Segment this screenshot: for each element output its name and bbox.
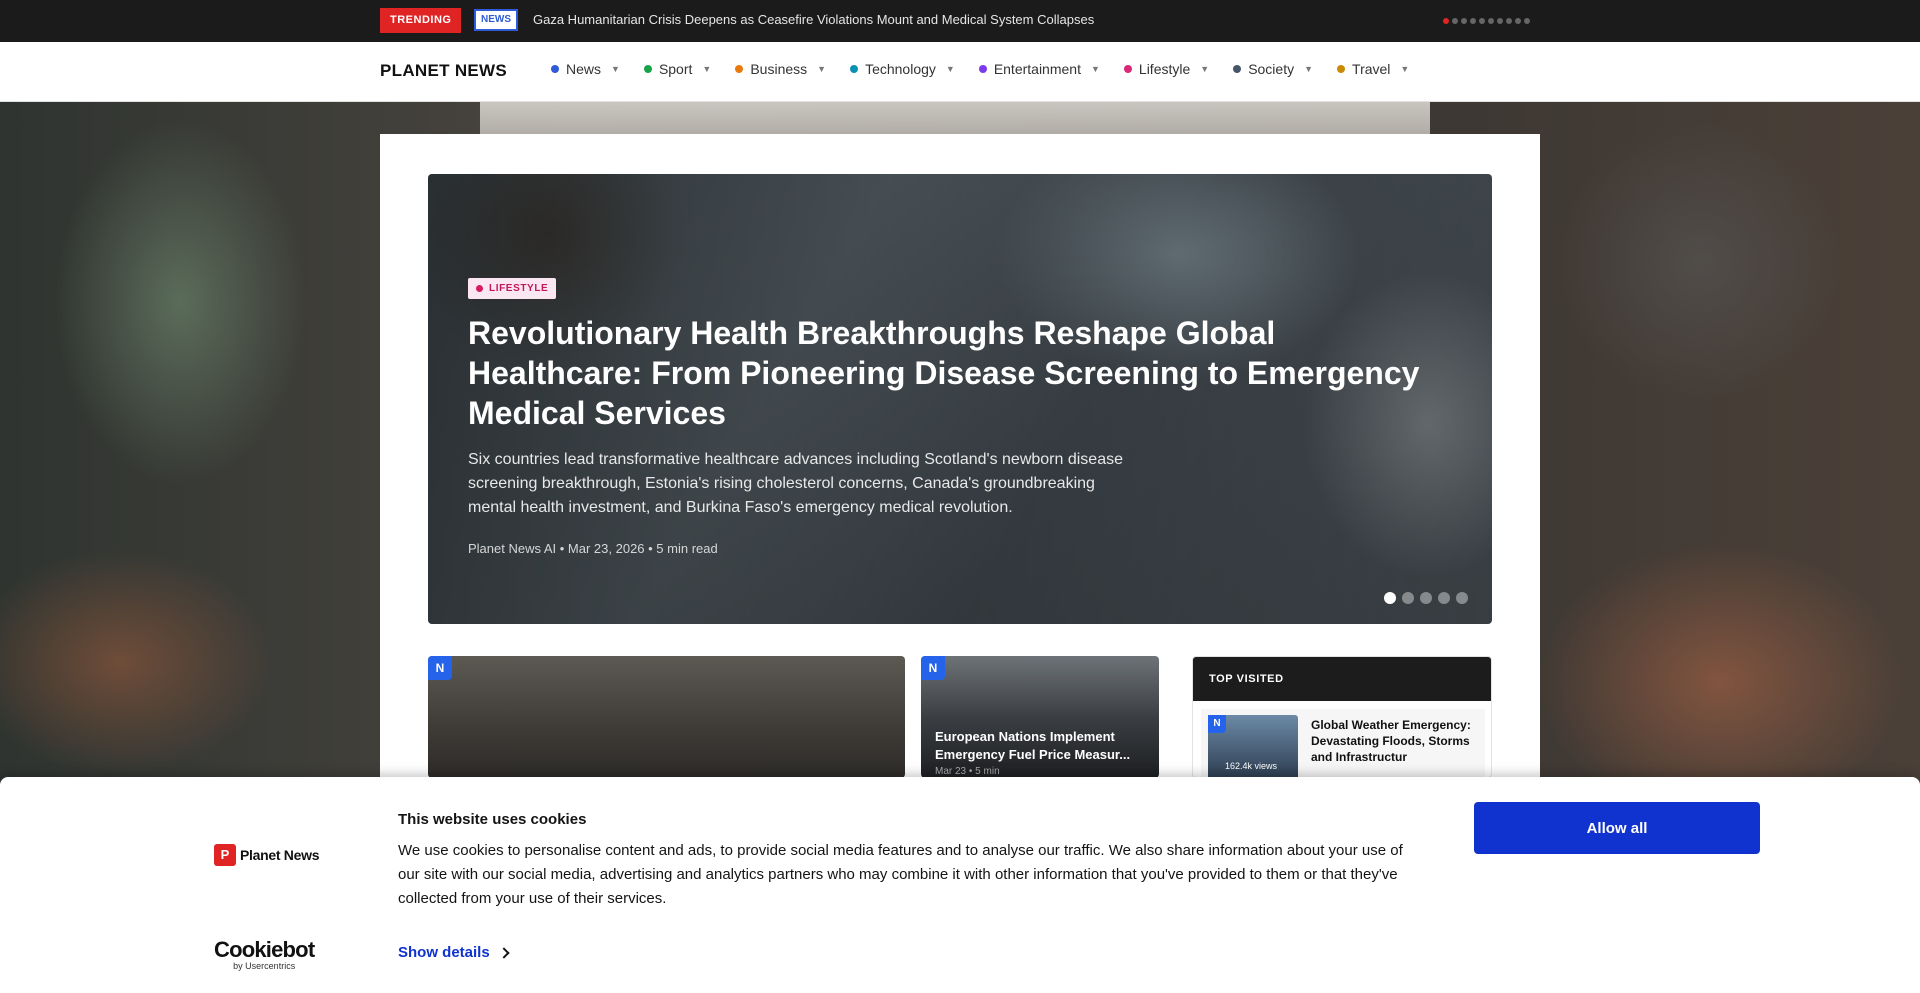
pager-dot[interactable]: [1497, 18, 1503, 24]
nav-menu: News ▼ Sport ▼ Business ▼ Technology ▼ Entertain…: [551, 61, 1433, 77]
cookie-text: We use cookies to personalise content an…: [398, 842, 1403, 907]
pager-dot[interactable]: [1461, 18, 1467, 24]
background-newspaper: [480, 102, 1430, 134]
slide-dot[interactable]: [1438, 592, 1450, 604]
hero-pager: [1384, 592, 1468, 604]
top-visited-heading: TOP VISITED: [1193, 657, 1491, 701]
cookiebot-logo[interactable]: Cookiebot by Usercentrics: [214, 937, 315, 972]
nav-item-label: Entertainment: [993, 61, 1081, 77]
nav-item-label: Sport: [658, 61, 693, 77]
hero-category-badge[interactable]: LIFESTYLE: [468, 278, 557, 299]
cookiebot-logo-subtext: by Usercentrics: [233, 961, 296, 971]
nav-item-lifestyle[interactable]: Lifestyle ▼: [1123, 61, 1210, 77]
nav-item-travel[interactable]: Travel ▼: [1337, 61, 1409, 77]
nav-dot-icon: [1233, 65, 1242, 73]
allow-all-button[interactable]: Allow all: [1474, 802, 1760, 854]
pager-dot[interactable]: [1452, 18, 1458, 24]
cookie-banner: P Planet News Cookiebot by Usercentrics …: [0, 777, 1920, 993]
hero-slider[interactable]: LIFESTYLE Revolutionary Health Breakthro…: [428, 174, 1492, 624]
trending-headline[interactable]: Gaza Humanitarian Crisis Deepens as Ceas…: [533, 12, 1094, 27]
chevron-down-icon: ▼: [945, 64, 955, 74]
nav-dot-icon: [735, 65, 744, 73]
top-visited-widget: TOP VISITED N 162.4k views Global Weathe…: [1192, 656, 1492, 778]
trending-bar: TRENDING NEWS Gaza Humanitarian Crisis D…: [0, 0, 1920, 42]
nav-dot-icon: [850, 65, 859, 73]
pager-dot[interactable]: [1488, 18, 1494, 24]
hero-title[interactable]: Revolutionary Health Breakthroughs Resha…: [468, 313, 1458, 433]
article-card-large[interactable]: N: [428, 656, 905, 778]
news-n-badge: N: [921, 656, 945, 680]
news-n-badge: N: [1208, 715, 1226, 733]
news-n-badge: N: [428, 656, 452, 680]
brand-logo: P Planet News: [214, 844, 319, 866]
chevron-right-icon: [498, 946, 510, 959]
nav-item-technology[interactable]: Technology ▼: [850, 61, 955, 77]
nav-dot-icon: [978, 65, 987, 73]
nav-item-entertainment[interactable]: Entertainment ▼: [978, 61, 1100, 77]
chevron-down-icon: ▼: [817, 64, 827, 74]
hero-category-label: LIFESTYLE: [489, 283, 549, 294]
chevron-down-icon: ▼: [1304, 64, 1314, 74]
show-details-link[interactable]: Show details: [398, 944, 510, 961]
trending-pager: [1443, 18, 1530, 24]
chevron-down-icon: ▼: [1090, 64, 1100, 74]
main-nav: PLANET NEWS News ▼ Sport ▼ Business ▼ Technolo…: [0, 42, 1920, 102]
nav-item-label: Lifestyle: [1138, 61, 1191, 77]
chevron-down-icon: ▼: [611, 64, 620, 74]
top-visited-item[interactable]: N 162.4k views Global Weather Emergency:…: [1201, 709, 1485, 777]
slide-dot[interactable]: [1384, 592, 1396, 604]
article-card-small[interactable]: N European Nations Implement Emergency F…: [921, 656, 1159, 778]
article-card-meta: Mar 23 • 5 min: [935, 766, 1000, 777]
nav-dot-icon: [551, 65, 559, 73]
pager-dot[interactable]: [1524, 18, 1530, 24]
pager-dot[interactable]: [1470, 18, 1476, 24]
pager-dot[interactable]: [1443, 18, 1449, 24]
brand-logo-text: Planet News: [240, 847, 320, 863]
hero-content: LIFESTYLE Revolutionary Health Breakthro…: [468, 278, 1468, 556]
nav-item-label: Travel: [1352, 61, 1391, 77]
article-card-title[interactable]: European Nations Implement Emergency Fue…: [935, 728, 1149, 764]
nav-item-news[interactable]: News ▼: [551, 61, 620, 77]
pager-dot[interactable]: [1479, 18, 1485, 24]
nav-item-label: Technology: [865, 61, 936, 77]
category-dot-icon: [476, 285, 483, 292]
pager-dot[interactable]: [1515, 18, 1521, 24]
cookie-title: This website uses cookies: [398, 811, 587, 828]
nav-item-label: Society: [1248, 61, 1295, 77]
nav-item-sport[interactable]: Sport ▼: [643, 61, 712, 77]
top-visited-title[interactable]: Global Weather Emergency: Devastating Fl…: [1311, 717, 1479, 765]
top-visited-thumbnail[interactable]: N 162.4k views: [1208, 715, 1298, 777]
chevron-down-icon: ▼: [1200, 64, 1210, 74]
slide-dot[interactable]: [1456, 592, 1468, 604]
brand-logo-icon: P: [214, 844, 236, 866]
pager-dot[interactable]: [1506, 18, 1512, 24]
hero-description: Six countries lead transformative health…: [468, 451, 1123, 516]
chevron-down-icon: ▼: [702, 64, 712, 74]
slide-dot[interactable]: [1420, 592, 1432, 604]
cookiebot-logo-text: Cookiebot: [214, 937, 315, 962]
nav-item-business[interactable]: Business ▼: [735, 61, 826, 77]
nav-dot-icon: [1123, 65, 1132, 73]
views-count: 162.4k views: [1225, 761, 1278, 771]
show-details-label: Show details: [398, 944, 490, 961]
nav-item-label: News: [566, 61, 602, 77]
news-badge: NEWS: [474, 9, 518, 31]
hero-meta: Planet News AI • Mar 23, 2026 • 5 min re…: [468, 541, 718, 556]
nav-item-label: Business: [750, 61, 808, 77]
chevron-down-icon: ▼: [1400, 64, 1410, 74]
trending-badge: TRENDING: [380, 8, 462, 33]
slide-dot[interactable]: [1402, 592, 1414, 604]
nav-item-society[interactable]: Society ▼: [1233, 61, 1313, 77]
nav-dot-icon: [643, 65, 652, 73]
nav-dot-icon: [1337, 65, 1346, 73]
site-logo[interactable]: PLANET NEWS: [380, 61, 507, 81]
